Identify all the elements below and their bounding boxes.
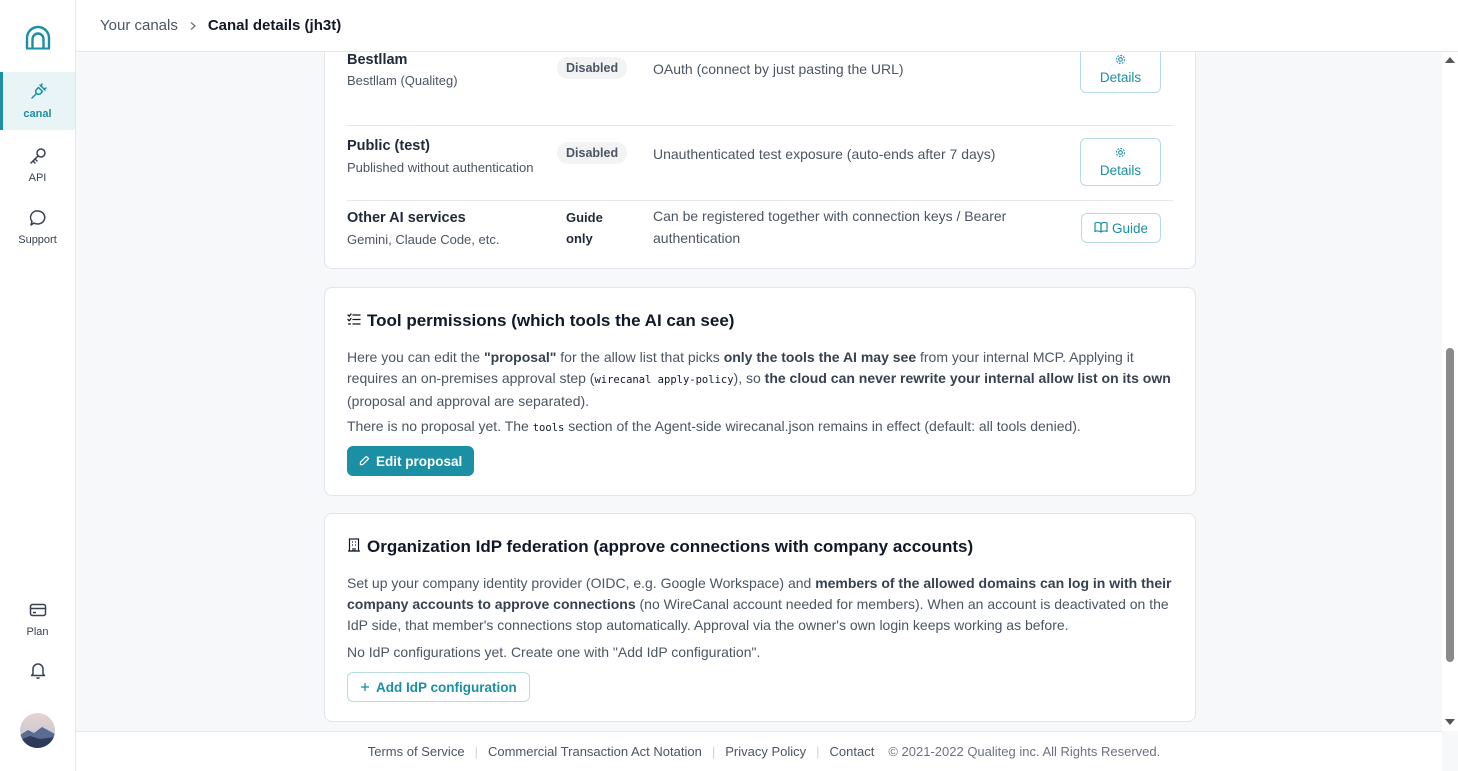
card-title-text: Tool permissions (which tools the AI can…	[367, 311, 735, 330]
idp-federation-description: Set up your company identity provider (O…	[347, 575, 1172, 633]
plug-icon	[28, 82, 48, 105]
scrollbar[interactable]	[1442, 52, 1458, 731]
scroll-up-arrow-icon[interactable]	[1445, 57, 1455, 63]
page-title: Canal details (jh3t)	[207, 17, 342, 34]
tool-permissions-status: There is no proposal yet. The tools sect…	[347, 418, 1081, 434]
pencil-icon	[359, 454, 370, 469]
status-badge: Disabled	[557, 142, 628, 164]
breadcrumb: Your canals Canal details (jh3t)	[76, 0, 1458, 52]
details-button[interactable]: Details	[1080, 138, 1161, 186]
avatar[interactable]	[20, 713, 55, 748]
footer-link-privacy[interactable]: Privacy Policy	[715, 744, 816, 759]
connection-subtitle: Bestllam (Qualiteg)	[347, 73, 458, 88]
scrollbar-thumb[interactable]	[1446, 348, 1454, 662]
connections-card: Bestllam Bestllam (Qualiteg) Disabled OA…	[324, 52, 1196, 269]
book-icon	[1094, 221, 1108, 236]
tool-permissions-title: Tool permissions (which tools the AI can…	[347, 311, 734, 331]
connection-row: Public (test) Published without authenti…	[347, 126, 1173, 201]
add-idp-configuration-button[interactable]: Add IdP configuration	[347, 672, 530, 702]
connection-name: Other AI services	[347, 210, 466, 226]
idp-federation-title: Organization IdP federation (approve con…	[347, 537, 973, 557]
sidebar: canal API Support Plan	[0, 0, 76, 771]
sidebar-item-label: Support	[18, 234, 57, 246]
notifications-button[interactable]	[0, 660, 75, 683]
chevron-right-icon	[188, 18, 198, 34]
tool-permissions-description: Here you can edit the "proposal" for the…	[347, 349, 1171, 409]
main-content: Bestllam Bestllam (Qualiteg) Disabled OA…	[76, 52, 1442, 731]
details-button-label: Details	[1099, 70, 1142, 85]
status-badge: Guide only	[566, 210, 603, 246]
connection-subtitle: Published without authentication	[347, 160, 534, 175]
card-title-text: Organization IdP federation (approve con…	[367, 537, 974, 556]
bell-icon	[28, 660, 48, 683]
add-idp-configuration-label: Add IdP configuration	[376, 679, 517, 695]
sidebar-item-canal[interactable]: canal	[0, 72, 75, 130]
status-badge: Disabled	[557, 57, 628, 79]
connection-name: Bestllam	[347, 52, 408, 68]
sidebar-item-support[interactable]: Support	[0, 208, 75, 246]
scroll-down-arrow-icon[interactable]	[1445, 719, 1455, 725]
details-button-label: Details	[1099, 163, 1142, 178]
gear-icon	[1115, 53, 1126, 68]
guide-button[interactable]: Guide	[1080, 213, 1161, 243]
sidebar-item-label: Plan	[26, 626, 49, 638]
footer: Terms of Service | Commercial Transactio…	[76, 731, 1442, 771]
credit-card-icon	[28, 600, 48, 623]
plus-icon	[360, 680, 370, 695]
details-button[interactable]: Details	[1080, 52, 1161, 93]
footer-link-terms[interactable]: Terms of Service	[358, 744, 475, 759]
edit-proposal-label: Edit proposal	[376, 453, 463, 469]
chat-bubble-icon	[28, 208, 48, 231]
key-icon	[28, 146, 48, 169]
gear-icon	[1115, 146, 1126, 161]
sidebar-item-label: canal	[23, 108, 52, 120]
footer-link-contact[interactable]: Contact	[820, 744, 885, 759]
sidebar-item-plan[interactable]: Plan	[0, 600, 75, 638]
connection-row: Bestllam Bestllam (Qualiteg) Disabled OA…	[347, 52, 1173, 126]
connection-description: OAuth (connect by just pasting the URL)	[653, 61, 904, 77]
connection-row: Other AI services Gemini, Claude Code, e…	[347, 201, 1173, 269]
footer-link-commercial-transaction[interactable]: Commercial Transaction Act Notation	[478, 744, 712, 759]
tool-permissions-card: Tool permissions (which tools the AI can…	[324, 287, 1196, 496]
building-icon	[347, 537, 361, 557]
copyright: © 2021-2022 Qualiteg inc. All Rights Res…	[888, 744, 1161, 759]
sidebar-item-label: API	[28, 172, 47, 184]
checklist-icon	[347, 311, 361, 331]
app-logo-icon[interactable]	[24, 24, 52, 52]
guide-button-label: Guide	[1111, 220, 1148, 236]
connection-subtitle: Gemini, Claude Code, etc.	[347, 232, 500, 247]
sidebar-item-api[interactable]: API	[0, 146, 75, 184]
connection-description: Unauthenticated test exposure (auto-ends…	[653, 146, 996, 162]
breadcrumb-your-canals[interactable]: Your canals	[100, 17, 178, 34]
connection-description: Can be registered together with connecti…	[653, 208, 1007, 246]
connection-name: Public (test)	[347, 138, 430, 154]
idp-federation-status: No IdP configurations yet. Create one wi…	[347, 644, 761, 660]
edit-proposal-button[interactable]: Edit proposal	[347, 446, 475, 476]
idp-federation-card: Organization IdP federation (approve con…	[324, 513, 1196, 722]
